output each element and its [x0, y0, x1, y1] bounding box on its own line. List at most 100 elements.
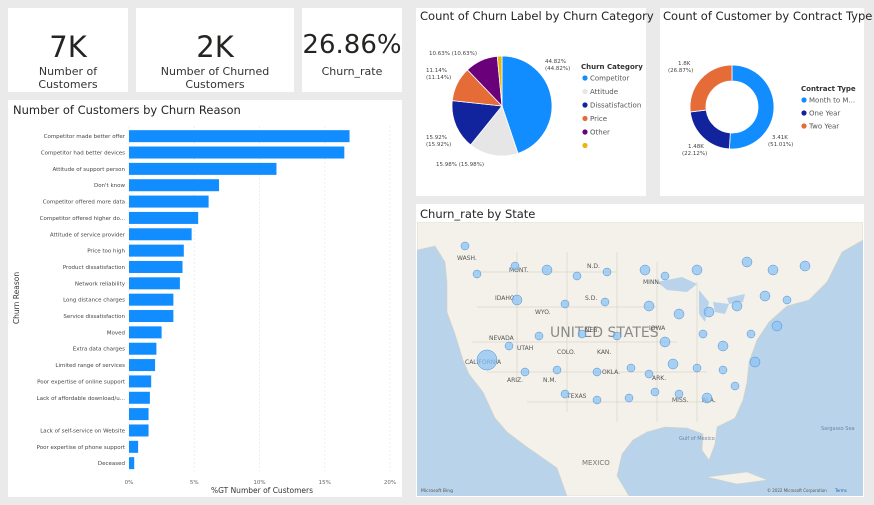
map-terms-link[interactable]: Terms	[834, 488, 847, 493]
map-bubble[interactable]	[510, 261, 520, 271]
pie-legend-marker[interactable]	[582, 142, 588, 149]
bar[interactable]	[129, 391, 150, 404]
pie-legend-label[interactable]: Dissatisfaction	[590, 102, 641, 110]
donut-legend-marker[interactable]	[801, 110, 807, 116]
bar[interactable]	[129, 179, 220, 192]
bar[interactable]	[129, 375, 152, 388]
churn-category-pie-card[interactable]: Count of Churn Label by Churn Category 4…	[416, 8, 654, 196]
map-bubble[interactable]	[799, 260, 811, 272]
map-bubble[interactable]	[504, 341, 514, 351]
map-bubble[interactable]	[592, 367, 602, 377]
map-bubble[interactable]	[674, 389, 684, 399]
bar[interactable]	[129, 342, 157, 355]
bar[interactable]	[129, 130, 350, 143]
map-bubble[interactable]	[472, 269, 482, 279]
bar[interactable]	[129, 244, 184, 257]
pie-legend-label[interactable]: Competitor	[590, 75, 629, 83]
bar[interactable]	[129, 146, 345, 159]
map-bubble[interactable]	[771, 320, 783, 332]
map-bubble[interactable]	[703, 306, 715, 318]
map-bubble[interactable]	[577, 329, 587, 339]
map-bubble[interactable]	[717, 340, 729, 352]
bar[interactable]	[129, 310, 174, 323]
map-bubble[interactable]	[691, 264, 703, 276]
pie-legend-marker[interactable]	[582, 88, 588, 95]
donut-slice[interactable]	[689, 64, 733, 113]
pie-legend-marker[interactable]	[582, 102, 588, 108]
pie-legend-label[interactable]: Price	[590, 115, 607, 123]
map-bubble[interactable]	[782, 295, 792, 305]
map-bubble[interactable]	[534, 331, 544, 341]
pie-legend-label[interactable]: Attitude	[590, 88, 618, 96]
map-bubble[interactable]	[643, 300, 655, 312]
map-bubble[interactable]	[667, 358, 679, 370]
pie-label-price: 11.14% (11.14%)	[426, 68, 451, 81]
bar[interactable]	[129, 195, 209, 208]
map-state-label: NEB.	[585, 327, 599, 334]
bar[interactable]	[129, 359, 156, 372]
map-bubble[interactable]	[560, 389, 570, 399]
map-bubble[interactable]	[552, 365, 562, 375]
map-bubble[interactable]	[718, 365, 728, 375]
kpi-card-churned[interactable]: 2K Number of Churned Customers	[136, 8, 294, 92]
donut-legend-label[interactable]: Two Year	[808, 123, 839, 131]
map-bubble[interactable]	[659, 336, 671, 348]
donut-legend-label[interactable]: One Year	[809, 110, 840, 118]
map-bubble[interactable]	[644, 369, 654, 379]
pie-legend-marker[interactable]	[582, 115, 588, 122]
map-bubble[interactable]	[624, 393, 634, 403]
pie-legend-marker[interactable]	[582, 75, 588, 81]
bar[interactable]	[129, 260, 183, 273]
map-state-label: N.M.	[543, 377, 557, 384]
map-bubble[interactable]	[511, 294, 523, 306]
map-bubble[interactable]	[731, 300, 743, 312]
map-bubble[interactable]	[612, 331, 622, 341]
churn-rate-map-card[interactable]: Churn_rate by State UNITED STATES MEXICO…	[416, 204, 864, 497]
donut-legend-label[interactable]: Month to M...	[809, 97, 855, 105]
kpi-card-customers[interactable]: 7K Number of Customers	[8, 8, 128, 92]
donut-legend-marker[interactable]	[801, 97, 807, 103]
map-svg[interactable]: UNITED STATES MEXICO Gulf of Mexico Sarg…	[417, 222, 863, 496]
map-bubble[interactable]	[660, 271, 670, 281]
map-bubble[interactable]	[746, 329, 756, 339]
map-bubble[interactable]	[639, 264, 651, 276]
map-bubble[interactable]	[560, 299, 570, 309]
map-bubble[interactable]	[741, 256, 753, 268]
contract-type-donut-card[interactable]: Count of Customer by Contract Type 1.8K(…	[660, 8, 872, 196]
map-bubble[interactable]	[476, 349, 498, 371]
churn-reason-bar-card[interactable]: Number of Customers by Churn Reason Chur…	[8, 100, 402, 497]
map-bubble[interactable]	[626, 363, 636, 373]
kpi-card-churn-rate[interactable]: 26.86% Churn_rate	[302, 8, 402, 92]
map-bubble[interactable]	[673, 308, 685, 320]
bar[interactable]	[129, 277, 180, 290]
map-bubble[interactable]	[520, 367, 530, 377]
map-bubble[interactable]	[541, 264, 553, 276]
bar-category-label: Poor expertise of online support	[37, 379, 126, 385]
map-bubble[interactable]	[600, 297, 610, 307]
map-bubble[interactable]	[460, 241, 470, 251]
donut-slice[interactable]	[728, 64, 775, 150]
map-bubble[interactable]	[602, 267, 612, 277]
donut-legend-marker[interactable]	[801, 123, 807, 129]
map-bubble[interactable]	[701, 392, 713, 404]
bar[interactable]	[129, 408, 149, 421]
map-bubble[interactable]	[650, 387, 660, 397]
bar[interactable]	[129, 211, 199, 224]
bar[interactable]	[129, 228, 192, 241]
map-bubble[interactable]	[692, 363, 702, 373]
bar[interactable]	[129, 326, 162, 339]
bar[interactable]	[129, 424, 149, 437]
map-bubble[interactable]	[698, 329, 708, 339]
bar[interactable]	[129, 440, 139, 453]
bar[interactable]	[129, 162, 277, 175]
bar[interactable]	[129, 293, 174, 306]
pie-legend-label[interactable]: Other	[590, 129, 610, 137]
map-bubble[interactable]	[730, 381, 740, 391]
map-bubble[interactable]	[749, 356, 761, 368]
map-bubble[interactable]	[767, 264, 779, 276]
map-bubble[interactable]	[592, 395, 602, 405]
bar[interactable]	[129, 457, 135, 470]
pie-legend-marker[interactable]	[582, 129, 588, 135]
map-bubble[interactable]	[759, 290, 771, 302]
map-bubble[interactable]	[572, 271, 582, 281]
